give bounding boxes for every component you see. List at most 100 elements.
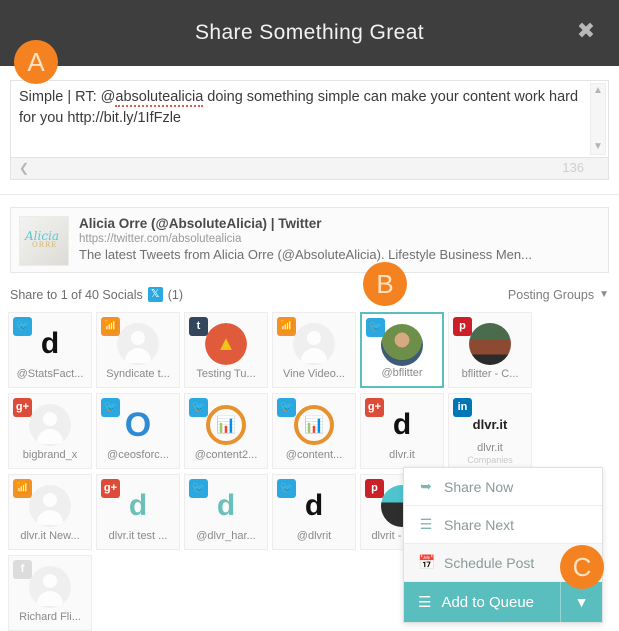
twitter-icon: 🐦 <box>13 317 32 336</box>
close-icon[interactable]: ✖ <box>575 20 597 42</box>
social-account-tile[interactable]: 🐦 📊 @content... <box>272 393 356 469</box>
twitter-icon: 🐦 <box>189 479 208 498</box>
social-account-tile[interactable]: 📶 Syndicate t... <box>96 312 180 388</box>
social-account-tile[interactable]: t ▲ Testing Tu... <box>184 312 268 388</box>
social-account-label: dlvr.it test ... <box>108 530 168 542</box>
action-menu-item[interactable]: ➥ Share Now <box>404 468 602 506</box>
facebook-icon: f <box>13 560 32 579</box>
tumblr-icon: t <box>189 317 208 336</box>
pinterest-icon: p <box>365 479 384 498</box>
avatar: d <box>40 327 60 360</box>
social-account-tile[interactable]: 📶 dlvr.it New... <box>8 474 92 550</box>
link-preview-thumbnail: Alicia ORRE <box>19 216 69 266</box>
social-account-sublabel: Companies <box>467 455 513 465</box>
chevron-down-icon: ▼ <box>599 289 609 300</box>
share-arrow-icon: ➥ <box>420 478 432 494</box>
avatar <box>469 323 511 365</box>
action-menu-item-label: Share Next <box>444 516 515 533</box>
avatar: d <box>304 489 324 522</box>
twitter-icon: 🐦 <box>277 479 296 498</box>
compose-misspelled-word: absolutealicia <box>115 89 204 107</box>
avatar <box>29 485 71 527</box>
google-plus-icon: g+ <box>13 398 32 417</box>
link-preview-body: Alicia Orre (@AbsoluteAlicia) | Twitter … <box>79 216 600 264</box>
social-account-tile[interactable]: 🐦 📊 @content2... <box>184 393 268 469</box>
character-counter: 136 <box>562 160 584 175</box>
action-menu-item[interactable]: ☰ Share Next <box>404 506 602 544</box>
social-account-tile[interactable]: 🐦 O @ceosforc... <box>96 393 180 469</box>
step-badge-b: B <box>363 262 407 306</box>
social-account-label: bflitter - C... <box>461 368 519 380</box>
social-account-label: Testing Tu... <box>196 368 256 380</box>
twitter-icon: 🐦 <box>101 398 120 417</box>
social-account-label: @StatsFact... <box>16 368 84 380</box>
social-account-tile[interactable]: 🐦 d @dlvrit <box>272 474 356 550</box>
avatar: 📊 <box>293 404 335 446</box>
pinterest-icon: p <box>453 317 472 336</box>
social-account-tile[interactable]: g+ d dlvr.it <box>360 393 444 469</box>
posting-groups-dropdown[interactable]: Posting Groups ▼ <box>508 288 609 302</box>
avatar <box>117 323 159 365</box>
social-account-label: @bflitter <box>381 367 423 379</box>
social-account-tile[interactable]: g+ d dlvr.it test ... <box>96 474 180 550</box>
google-plus-icon: g+ <box>365 398 384 417</box>
compose-area: Simple | RT: @absolutealicia doing somet… <box>10 66 609 180</box>
social-account-tile[interactable]: g+ bigbrand_x <box>8 393 92 469</box>
twitter-icon <box>147 287 163 302</box>
compose-textarea[interactable]: Simple | RT: @absolutealicia doing somet… <box>10 80 609 158</box>
social-account-label: @ceosforc... <box>107 449 169 461</box>
social-account-tile[interactable]: 🐦 d @dlvr_har... <box>184 474 268 550</box>
social-account-label: bigbrand_x <box>22 449 78 461</box>
page-title: Share Something Great <box>194 21 425 44</box>
action-menu-item-label: Schedule Post <box>444 554 535 571</box>
social-account-label: @dlvrit <box>296 530 332 542</box>
google-plus-icon: g+ <box>101 479 120 498</box>
posting-groups-label: Posting Groups <box>507 287 595 302</box>
link-preview-description: The latest Tweets from Alicia Orre (@Abs… <box>79 247 532 262</box>
avatar <box>29 566 71 608</box>
social-account-label: @content... <box>285 449 343 461</box>
compose-text-part1: Simple | RT: @ <box>19 89 116 105</box>
avatar: dlvr.it <box>472 417 508 432</box>
social-account-label: Richard Fli... <box>19 611 81 623</box>
social-account-label: dlvr.it New... <box>20 530 80 542</box>
avatar: d <box>392 408 412 441</box>
avatar <box>293 323 335 365</box>
add-to-queue-label: Add to Queue <box>441 593 535 611</box>
avatar: 📊 <box>205 404 247 446</box>
rss-icon: 📶 <box>13 479 32 498</box>
twitter-icon: 🐦 <box>189 398 208 417</box>
chevron-up-icon[interactable]: ▲ <box>593 86 603 96</box>
avatar: d <box>128 489 148 522</box>
twitter-icon: 🐦 <box>277 398 296 417</box>
step-badge-c: C <box>560 545 604 589</box>
compose-text: Simple | RT: @absolutealicia doing somet… <box>19 87 582 129</box>
social-account-label: dlvr.it <box>389 449 415 461</box>
step-badge-a: A <box>14 40 58 84</box>
avatar: d <box>216 489 236 522</box>
socials-count-label: Share to 1 of 40 Socials <box>10 287 143 302</box>
list-icon: ☰ <box>419 516 433 532</box>
list-icon: ☰ <box>418 594 432 611</box>
twitter-icon: 🐦 <box>366 318 385 337</box>
chevron-left-icon[interactable]: ❮ <box>19 161 29 175</box>
add-to-queue-button[interactable]: ☰ Add to Queue ▼ <box>404 582 602 622</box>
social-account-tile[interactable]: 🐦 @bflitter <box>360 312 444 388</box>
compose-scrollbar[interactable]: ▲ ▼ <box>590 83 606 155</box>
avatar: ▲ <box>205 323 247 365</box>
chevron-down-icon[interactable]: ▼ <box>593 142 603 152</box>
link-preview-card[interactable]: Alicia ORRE Alicia Orre (@AbsoluteAlicia… <box>10 207 609 273</box>
share-action-menu: ➥ Share Now ☰ Share Next 📅 Schedule Post ☰ Ad… <box>403 467 603 623</box>
social-account-tile[interactable]: 🐦 d @StatsFact... <box>8 312 92 388</box>
social-account-label: Vine Video... <box>283 368 345 380</box>
calendar-icon: 📅 <box>418 554 436 570</box>
share-dialog: Share Something Great ✖ A B C Simple | R… <box>0 0 619 631</box>
social-account-tile[interactable]: 📶 Vine Video... <box>272 312 356 388</box>
social-account-tile[interactable]: in dlvr.it dlvr.it Companies <box>448 393 532 469</box>
compose-footer: ❮ 136 <box>10 158 609 180</box>
social-account-label: Syndicate t... <box>106 368 170 380</box>
social-account-tile[interactable]: p bflitter - C... <box>448 312 532 388</box>
thumbnail-subscript-text: ORRE <box>32 241 58 249</box>
divider <box>0 194 619 195</box>
social-account-tile[interactable]: f Richard Fli... <box>8 555 92 631</box>
